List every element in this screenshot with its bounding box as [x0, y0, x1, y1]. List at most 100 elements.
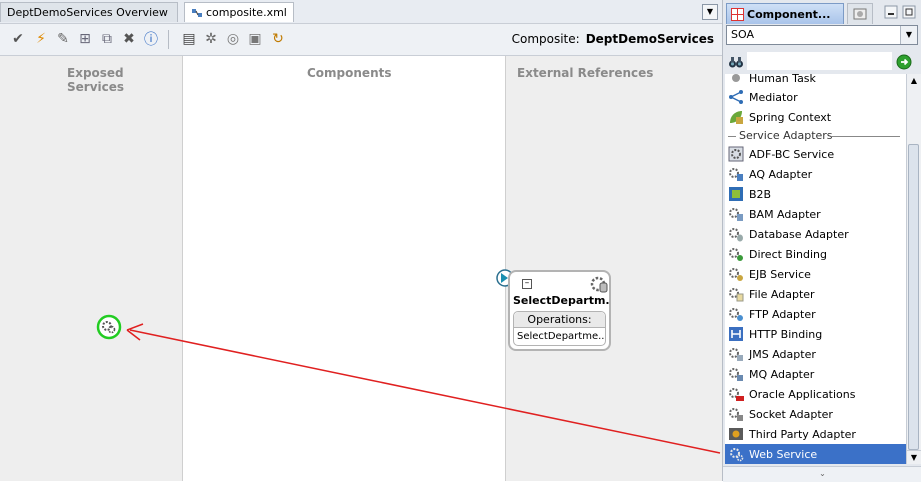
socket-adapter-gear-icon: [729, 408, 743, 421]
component-palette-tab-label: Component...: [747, 7, 831, 21]
lane-exposed-services[interactable]: Exposed Services: [0, 56, 183, 481]
lane-components[interactable]: Components: [183, 56, 506, 481]
composite-file-icon: [192, 8, 202, 17]
palette-item-third-party-adapter[interactable]: Third Party Adapter: [725, 424, 906, 444]
palette-item-label: EJB Service: [749, 267, 811, 281]
tab-composite-xml[interactable]: composite.xml: [184, 2, 294, 22]
external-reference-select-department[interactable]: – SelectDepartm... Operations: SelectDep…: [508, 270, 611, 351]
composite-caption: Composite:: [511, 32, 580, 46]
palette-item-human-task[interactable]: Human Task: [725, 74, 906, 88]
composite-name: DeptDemoServices: [585, 32, 714, 46]
palette-item-label: Web Service: [749, 447, 818, 461]
add-component-icon[interactable]: ⊞: [76, 30, 94, 48]
component-palette-panel: Component... SOA ▼ Human Task Mediator S…: [722, 0, 921, 482]
palette-item-socket-adapter[interactable]: Socket Adapter: [725, 404, 906, 424]
layout-icon[interactable]: ✲: [202, 30, 220, 48]
editor-toolbar: ✔ ⚡ ✎ ⊞ ⧉ ✖ ⓘ ▤ ✲ ◎ ▣ ↻ Composite: DeptDe…: [0, 24, 722, 56]
info-icon[interactable]: ⓘ: [142, 30, 160, 48]
aq-adapter-gear-icon: [729, 168, 743, 181]
tab-composite-label: composite.xml: [206, 6, 287, 19]
palette-item-database-adapter[interactable]: Database Adapter: [725, 224, 906, 244]
palette-item-spring-context[interactable]: Spring Context: [725, 107, 906, 127]
database-adapter-gear-icon: [729, 228, 743, 242]
scroll-down-arrow-icon[interactable]: ▼: [907, 450, 921, 465]
palette-selected-value: SOA: [731, 28, 754, 41]
section-line: [832, 136, 900, 137]
delete-icon[interactable]: ✖: [120, 30, 138, 48]
palette-item-jms-adapter[interactable]: JMS Adapter: [725, 344, 906, 364]
palette-item-mediator[interactable]: Mediator: [725, 87, 906, 107]
palette-item-label: File Adapter: [749, 287, 815, 301]
palette-item-label: Spring Context: [749, 110, 832, 124]
palette-item-label: Human Task: [749, 74, 816, 85]
palette-category-select[interactable]: SOA ▼: [726, 25, 918, 45]
test-icon[interactable]: ↻: [269, 30, 287, 48]
jms-adapter-gear-icon: [729, 348, 743, 361]
palette-item-label: JMS Adapter: [749, 347, 816, 361]
operations-label: Operations:: [514, 312, 605, 328]
palette-item-aq-adapter[interactable]: AQ Adapter: [725, 164, 906, 184]
palette-item-adf-bc-service[interactable]: ADF-BC Service: [725, 144, 906, 164]
palette-item-label: MQ Adapter: [749, 367, 815, 381]
operations-box: Operations: SelectDepartme...: [513, 311, 606, 346]
lightning-icon[interactable]: ⚡: [32, 30, 50, 48]
binoculars-icon: [729, 57, 743, 68]
copy-component-icon[interactable]: ⧉: [98, 30, 116, 48]
scroll-up-arrow-icon[interactable]: ▲: [907, 74, 921, 88]
palette-item-label: AQ Adapter: [749, 167, 813, 181]
reference-title: SelectDepartm...: [513, 294, 609, 307]
palette-bottom-chevron-icon[interactable]: ⌄: [723, 466, 921, 482]
mq-adapter-gear-icon: [729, 368, 743, 381]
scroll-thumb[interactable]: [908, 144, 919, 450]
palette-item-mq-adapter[interactable]: MQ Adapter: [725, 364, 906, 384]
ejb-service-gear-icon: [729, 268, 743, 281]
validate-check-icon[interactable]: ✔: [9, 30, 27, 48]
tab-list-dropdown-button[interactable]: ▼: [702, 4, 718, 20]
file-adapter-gear-icon: [729, 288, 744, 302]
palette-scrollbar[interactable]: ▲ ▼: [906, 74, 921, 464]
palette-item-label: Oracle Applications: [749, 387, 856, 401]
composite-name-label: Composite: DeptDemoServices: [512, 32, 714, 46]
palette-item-http-binding[interactable]: HTTP Binding: [725, 324, 906, 344]
human-task-icon: [732, 74, 740, 82]
palette-item-ftp-adapter[interactable]: FTP Adapter: [725, 304, 906, 324]
operation-item[interactable]: SelectDepartme...: [514, 328, 605, 345]
palette-item-file-adapter[interactable]: File Adapter: [725, 284, 906, 304]
palette-item-web-service[interactable]: Web Service: [725, 444, 906, 464]
composite-canvas[interactable]: Exposed Services Components External Ref…: [0, 56, 722, 481]
lane-title-external-references: External References: [517, 66, 654, 80]
palette-search-input[interactable]: [747, 52, 892, 70]
search-go-icon[interactable]: [896, 54, 912, 70]
refresh-icon[interactable]: ◎: [224, 30, 242, 48]
toolbar-separator: [168, 30, 169, 49]
tab-component-palette[interactable]: Component...: [726, 3, 844, 24]
panel-window-buttons[interactable]: [881, 4, 921, 20]
lane-title-exposed-services: Exposed Services: [67, 66, 125, 94]
deploy-icon[interactable]: ▣: [246, 30, 264, 48]
web-service-gear-icon: [730, 448, 744, 462]
collapse-icon[interactable]: –: [522, 279, 532, 289]
palette-item-label: Socket Adapter: [749, 407, 833, 421]
palette-item-bam-adapter[interactable]: BAM Adapter: [725, 204, 906, 224]
print-icon[interactable]: ▤: [180, 30, 198, 48]
adf-bc-icon: [728, 146, 744, 162]
palette-item-direct-binding[interactable]: Direct Binding: [725, 244, 906, 264]
adapter-gear-icon: [590, 276, 608, 293]
palette-item-ejb-service[interactable]: EJB Service: [725, 264, 906, 284]
palette-item-label: B2B: [749, 187, 772, 201]
lane-title-components: Components: [307, 66, 392, 80]
tab-resource-palette[interactable]: [847, 3, 873, 24]
direct-binding-gear-icon: [729, 248, 743, 261]
mediator-icon: [729, 90, 743, 104]
http-binding-icon: [729, 327, 743, 341]
palette-item-label: FTP Adapter: [749, 307, 816, 321]
tab-overview[interactable]: DeptDemoServices Overview: [0, 2, 178, 22]
section-label: Service Adapters: [739, 129, 833, 142]
panel-tab-bar: Component...: [723, 0, 921, 24]
lane-external-references[interactable]: External References: [506, 56, 722, 481]
palette-item-label: BAM Adapter: [749, 207, 821, 221]
wrench-icon[interactable]: ✎: [54, 30, 72, 48]
web-service-drop-target-icon[interactable]: [96, 314, 122, 340]
palette-item-b2b[interactable]: B2B: [725, 184, 906, 204]
palette-item-oracle-applications[interactable]: Oracle Applications: [725, 384, 906, 404]
